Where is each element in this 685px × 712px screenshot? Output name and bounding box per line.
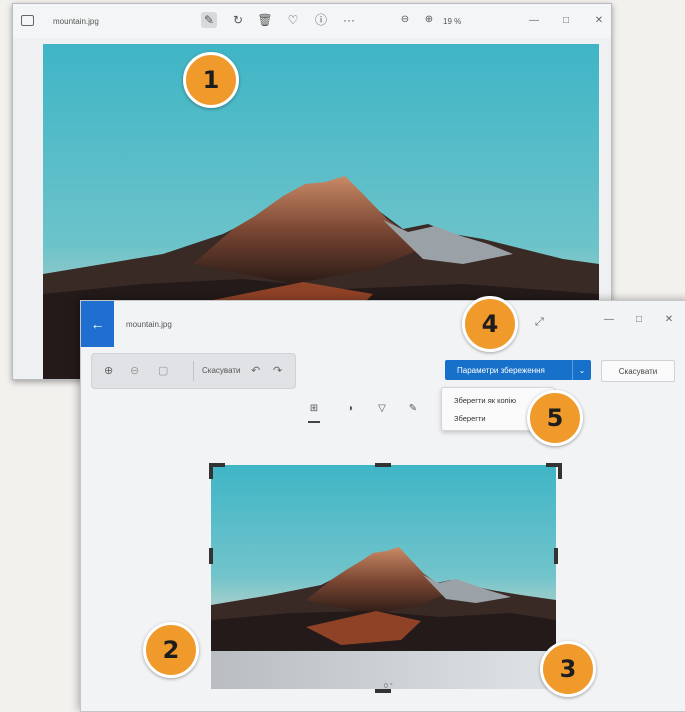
active-tab-indicator bbox=[308, 421, 320, 423]
zoom-in-icon[interactable]: ⊕ bbox=[104, 364, 113, 378]
crop-handle-left[interactable] bbox=[209, 548, 213, 564]
maximize-button[interactable]: □ bbox=[558, 12, 574, 28]
crop-canvas[interactable] bbox=[211, 465, 556, 689]
cropped-mountain-image bbox=[211, 465, 556, 651]
toolbar-divider bbox=[193, 361, 194, 381]
editor-titlebar: ← mountain.jpg ⤢ — □ ✕ bbox=[81, 301, 685, 347]
crop-handle-top-right[interactable] bbox=[546, 463, 562, 479]
zoom-out-icon[interactable]: ⊖ bbox=[130, 364, 139, 378]
zoom-in-icon[interactable]: ⊕ bbox=[421, 12, 437, 28]
crop-handle-right[interactable] bbox=[554, 548, 558, 564]
filter-icon[interactable]: ▽ bbox=[375, 403, 389, 414]
zoom-level: 19 % bbox=[443, 17, 462, 26]
callout-4: 4 bbox=[462, 296, 518, 352]
fit-screen-icon[interactable]: ▢ bbox=[158, 364, 168, 378]
save-options-button[interactable]: Параметри збереження ⌄ bbox=[445, 360, 591, 380]
undo-icon[interactable]: ↶ bbox=[251, 364, 260, 378]
callout-3: 3 bbox=[540, 641, 596, 697]
back-button[interactable]: ← bbox=[81, 301, 114, 347]
edit-image-icon[interactable]: ✎ bbox=[201, 12, 217, 28]
back-arrow-icon: ← bbox=[90, 316, 105, 332]
delete-icon[interactable]: 🗑 bbox=[257, 12, 273, 28]
viewer-titlebar: mountain.jpg ✎ ↻ 🗑 ♡ ⓘ ··· ⊖ ⊕ 19 % — □ … bbox=[13, 4, 611, 38]
save-options-label: Параметри збереження bbox=[457, 365, 545, 375]
cancel-button[interactable]: Скасувати bbox=[601, 360, 675, 382]
editor-filename: mountain.jpg bbox=[126, 320, 172, 329]
crop-icon[interactable]: ⊞ bbox=[307, 403, 321, 414]
callout-5: 5 bbox=[527, 390, 583, 446]
editor-close-button[interactable]: ✕ bbox=[661, 311, 677, 327]
rotate-icon[interactable]: ↻ bbox=[230, 12, 246, 28]
crop-handle-top-left[interactable] bbox=[209, 463, 225, 479]
zoom-out-icon[interactable]: ⊖ bbox=[397, 12, 413, 28]
save-item[interactable]: Зберегти bbox=[454, 414, 486, 423]
markup-icon[interactable]: ✎ bbox=[406, 403, 420, 414]
adjust-icon[interactable]: ◑ bbox=[343, 403, 357, 414]
info-icon[interactable]: ⓘ bbox=[313, 12, 329, 28]
chevron-down-icon[interactable]: ⌄ bbox=[572, 360, 591, 380]
undo-label[interactable]: Скасувати bbox=[202, 366, 240, 375]
save-as-copy-item[interactable]: Зберегти як копію bbox=[454, 396, 516, 405]
redo-icon[interactable]: ↷ bbox=[273, 364, 282, 378]
close-button[interactable]: ✕ bbox=[591, 12, 607, 28]
more-icon[interactable]: ··· bbox=[341, 12, 357, 28]
crop-handle-top[interactable] bbox=[375, 463, 391, 467]
photos-app-icon bbox=[21, 15, 34, 26]
edit-toolbar: ⊕ ⊖ ▢ Скасувати ↶ ↷ bbox=[91, 353, 296, 389]
favorite-icon[interactable]: ♡ bbox=[285, 12, 301, 28]
editor-maximize-button[interactable]: □ bbox=[631, 311, 647, 327]
rotation-angle: 0 ° bbox=[384, 683, 393, 690]
viewer-filename: mountain.jpg bbox=[53, 17, 99, 26]
minimize-button[interactable]: — bbox=[526, 12, 542, 28]
callout-1: 1 bbox=[183, 52, 239, 108]
editor-minimize-button[interactable]: — bbox=[601, 311, 617, 327]
expand-icon[interactable]: ⤢ bbox=[535, 316, 544, 329]
callout-2: 2 bbox=[143, 622, 199, 678]
